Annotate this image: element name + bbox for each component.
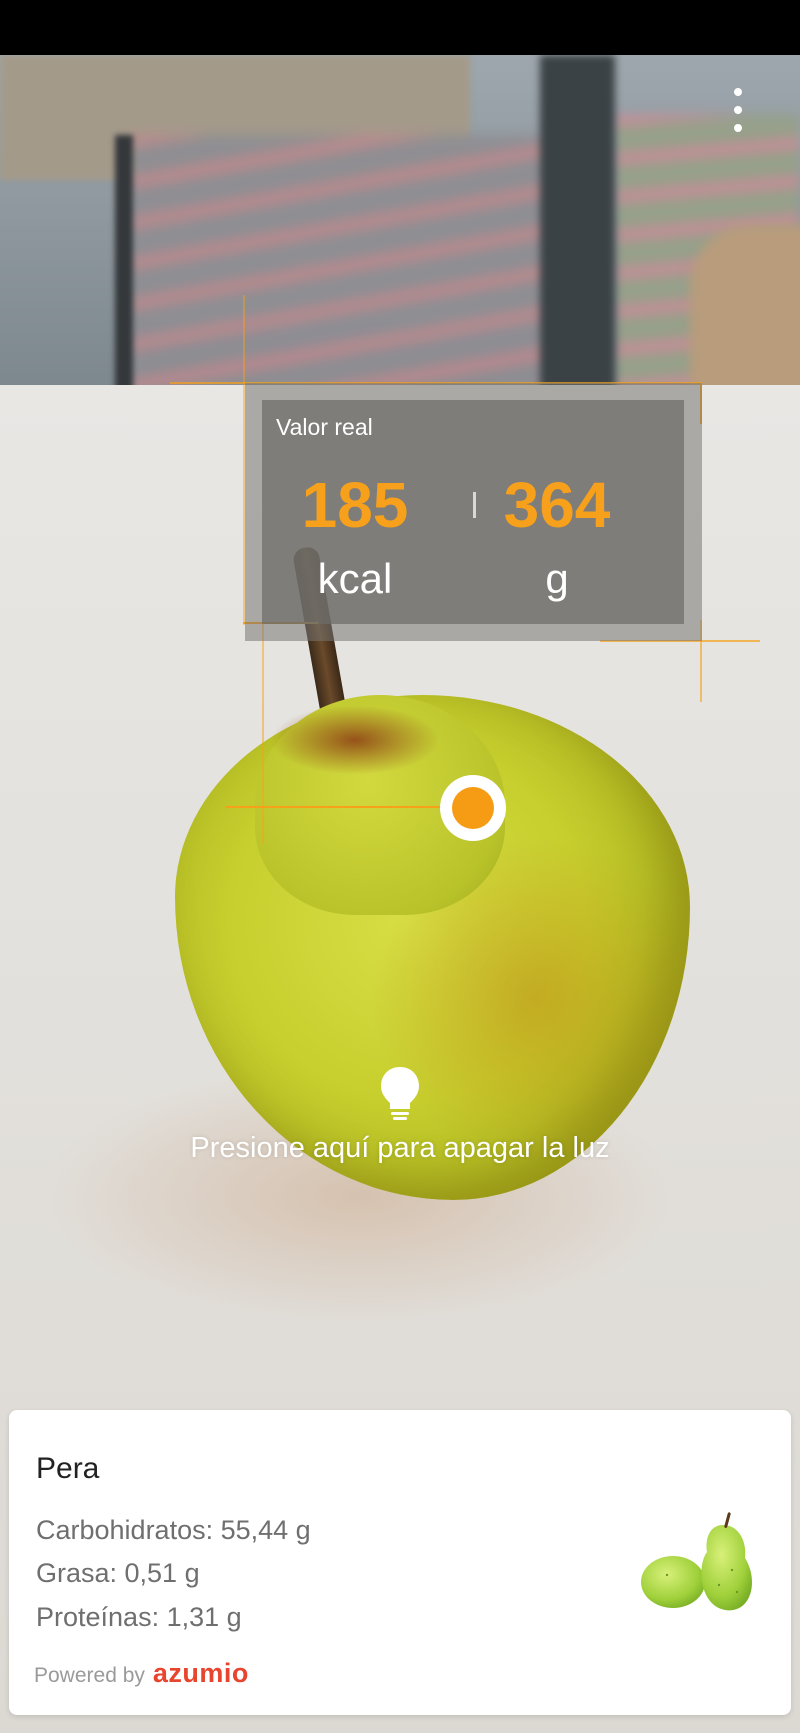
more-vert-icon	[734, 88, 742, 96]
nutrient-fat: Grasa: 0,51 g	[36, 1558, 200, 1588]
brand-logo: azumio	[152, 1658, 249, 1688]
value-panel: Valor real 185 364 kcal g	[262, 400, 684, 624]
window-frame-right	[540, 55, 615, 405]
calories-value: 185	[301, 469, 409, 541]
window-frame	[115, 135, 133, 405]
more-options-button[interactable]	[728, 88, 748, 132]
pointer-line	[225, 806, 445, 808]
food-thumbnail	[641, 1512, 753, 1611]
powered-by-label: Powered by	[34, 1664, 145, 1687]
panel-title: Valor real	[276, 414, 373, 440]
food-info-card[interactable]: Pera Carbohidratos: 55,44 g Grasa: 0,51 …	[9, 1410, 791, 1715]
weight-value: 364	[503, 469, 611, 541]
light-toggle-label: Presione aquí para apagar la luz	[190, 1132, 610, 1164]
app-screen: Valor real 185 364 kcal g Presione aquí …	[0, 0, 800, 1733]
nutrient-carbs: Carbohidratos: 55,44 g	[36, 1515, 311, 1545]
target-point-handle[interactable]	[440, 775, 506, 841]
status-bar	[0, 0, 800, 55]
nutrient-protein: Proteínas: 1,31 g	[36, 1602, 242, 1632]
powered-by: Powered by azumio	[34, 1658, 249, 1689]
weight-unit: g	[545, 555, 569, 602]
calories-unit: kcal	[317, 555, 393, 602]
guide-line	[262, 624, 264, 844]
food-name: Pera	[36, 1452, 100, 1485]
pear-blush	[270, 705, 440, 775]
target-point-icon	[452, 787, 494, 829]
background-window	[130, 135, 550, 395]
lightbulb-icon	[381, 1067, 419, 1120]
light-toggle-button[interactable]: Presione aquí para apagar la luz	[0, 1065, 800, 1165]
